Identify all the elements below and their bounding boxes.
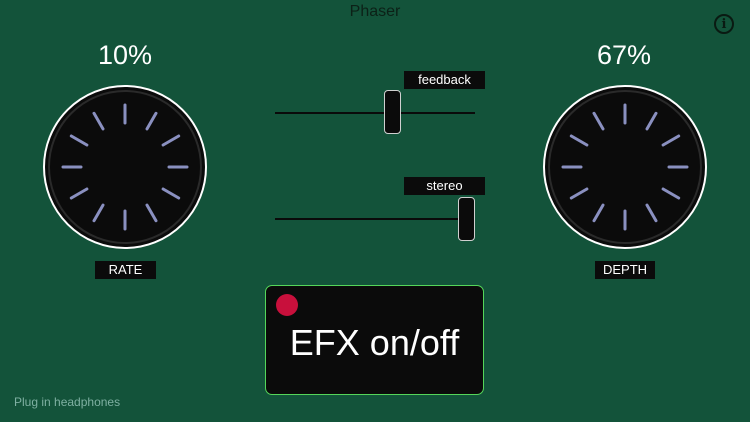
- rate-knob[interactable]: [42, 84, 208, 250]
- efx-label: EFX on/off: [289, 322, 460, 363]
- info-icon[interactable]: i: [714, 14, 734, 34]
- headphones-hint: Plug in headphones: [14, 395, 121, 409]
- efx-toggle-button[interactable]: EFX on/off: [265, 285, 484, 395]
- stereo-track[interactable]: [275, 218, 475, 220]
- feedback-track[interactable]: [275, 112, 475, 114]
- depth-value: 67%: [596, 40, 652, 70]
- stereo-slider-thumb[interactable]: [458, 197, 475, 241]
- rate-label: RATE: [95, 261, 156, 279]
- efx-status-indicator: [276, 294, 298, 316]
- feedback-label: feedback: [404, 71, 485, 89]
- depth-knob[interactable]: [542, 84, 708, 250]
- rate-knob-graphic: [43, 85, 207, 249]
- depth-knob-graphic: [543, 85, 707, 249]
- info-glyph: i: [721, 16, 727, 32]
- stereo-label: stereo: [404, 177, 485, 195]
- app-title: Phaser: [349, 3, 401, 20]
- feedback-slider-thumb[interactable]: [384, 90, 401, 134]
- rate-value: 10%: [97, 40, 153, 70]
- depth-label: DEPTH: [595, 261, 655, 279]
